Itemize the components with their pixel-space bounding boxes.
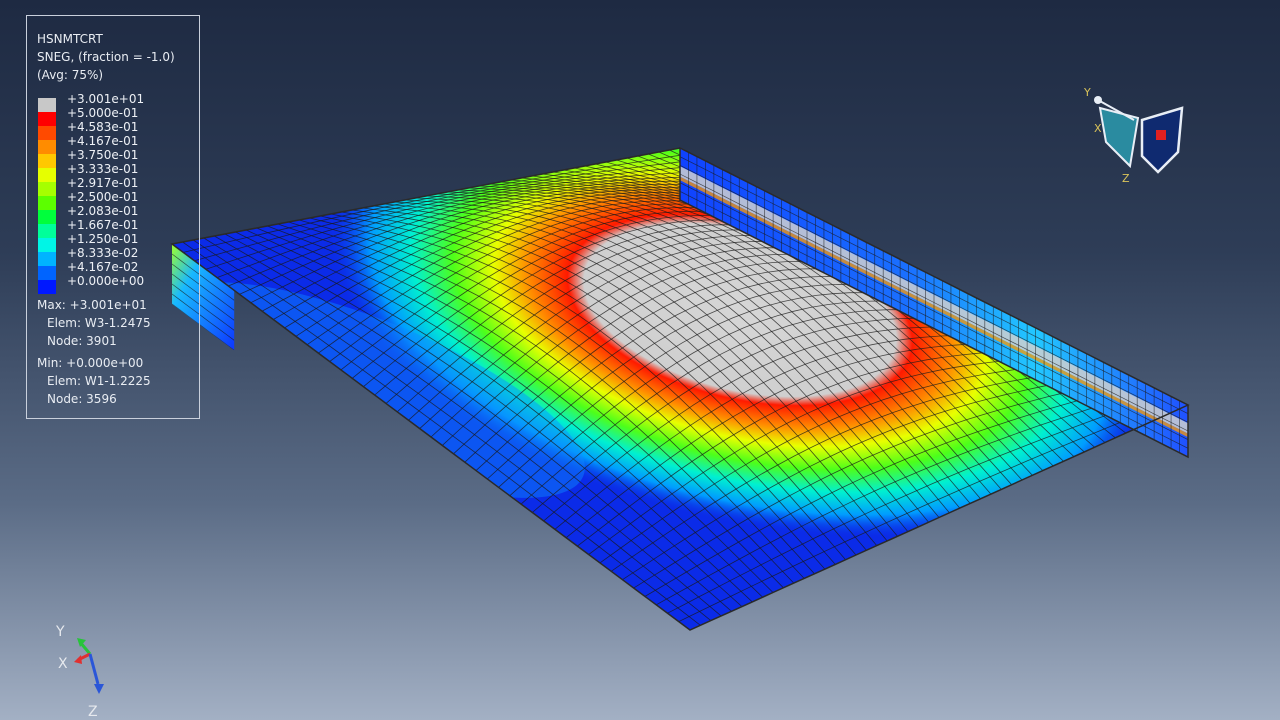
legend-level-label: +2.500e-01	[67, 190, 139, 204]
view-cube-marker	[1156, 130, 1166, 140]
legend-level-label: +3.750e-01	[67, 148, 139, 162]
legend-swatch	[38, 98, 56, 112]
view-cube-x-label: X	[1094, 122, 1102, 135]
graphics-viewport[interactable]: HSNMTCRT SNEG, (fraction = -1.0) (Avg: 7…	[0, 0, 1280, 720]
legend-swatch	[38, 252, 56, 266]
triad-x-arrow	[74, 655, 82, 664]
legend-min: Min: +0.000e+00	[37, 356, 144, 370]
contour-legend[interactable]: HSNMTCRT SNEG, (fraction = -1.0) (Avg: 7…	[26, 15, 200, 419]
view-cube-face-left[interactable]	[1098, 106, 1140, 169]
legend-max-node: Node: 3901	[47, 334, 117, 348]
legend-swatch	[38, 224, 56, 238]
legend-swatch	[38, 112, 56, 126]
view-cube[interactable]: Y X Z	[1080, 80, 1190, 190]
legend-level-label: +8.333e-02	[67, 246, 139, 260]
legend-swatch	[38, 196, 56, 210]
legend-level-label: +5.000e-01	[67, 106, 139, 120]
legend-swatch	[38, 182, 56, 196]
legend-swatch	[38, 280, 56, 294]
legend-swatch	[38, 154, 56, 168]
legend-min-elem: Elem: W1-1.2225	[47, 374, 151, 388]
legend-max: Max: +3.001e+01	[37, 298, 147, 312]
triad-z-arrow	[94, 684, 104, 694]
legend-averaging: (Avg: 75%)	[37, 68, 104, 82]
legend-max-elem: Elem: W3-1.2475	[47, 316, 151, 330]
triad-z-label: Z	[88, 704, 98, 718]
triad-z-axis	[88, 653, 100, 685]
legend-swatch	[38, 210, 56, 224]
legend-level-label: +2.917e-01	[67, 176, 139, 190]
view-cube-z-label: Z	[1122, 172, 1130, 185]
legend-variable: HSNMTCRT	[37, 32, 103, 46]
legend-level-label: +0.000e+00	[67, 274, 145, 288]
triad-x-label: X	[58, 656, 68, 672]
triad-y-label: Y	[55, 624, 65, 640]
legend-min-node: Node: 3596	[47, 392, 117, 406]
axis-triad: Y X Z	[55, 624, 104, 718]
legend-swatch	[38, 266, 56, 280]
legend-level-label: +3.333e-01	[67, 162, 139, 176]
view-cube-y-label: Y	[1083, 86, 1091, 99]
legend-level-label: +4.583e-01	[67, 120, 139, 134]
legend-level-label: +2.083e-01	[67, 204, 139, 218]
legend-level-label: +1.667e-01	[67, 218, 139, 232]
legend-swatch	[38, 126, 56, 140]
legend-level-label: +3.001e+01	[67, 92, 145, 106]
legend-swatch	[38, 140, 56, 154]
legend-swatch	[38, 168, 56, 182]
legend-section: SNEG, (fraction = -1.0)	[37, 50, 175, 64]
legend-level-label: +4.167e-01	[67, 134, 139, 148]
legend-level-label: +4.167e-02	[67, 260, 139, 274]
legend-swatch	[38, 238, 56, 252]
view-cube-pivot	[1094, 96, 1102, 104]
legend-level-label: +1.250e-01	[67, 232, 139, 246]
